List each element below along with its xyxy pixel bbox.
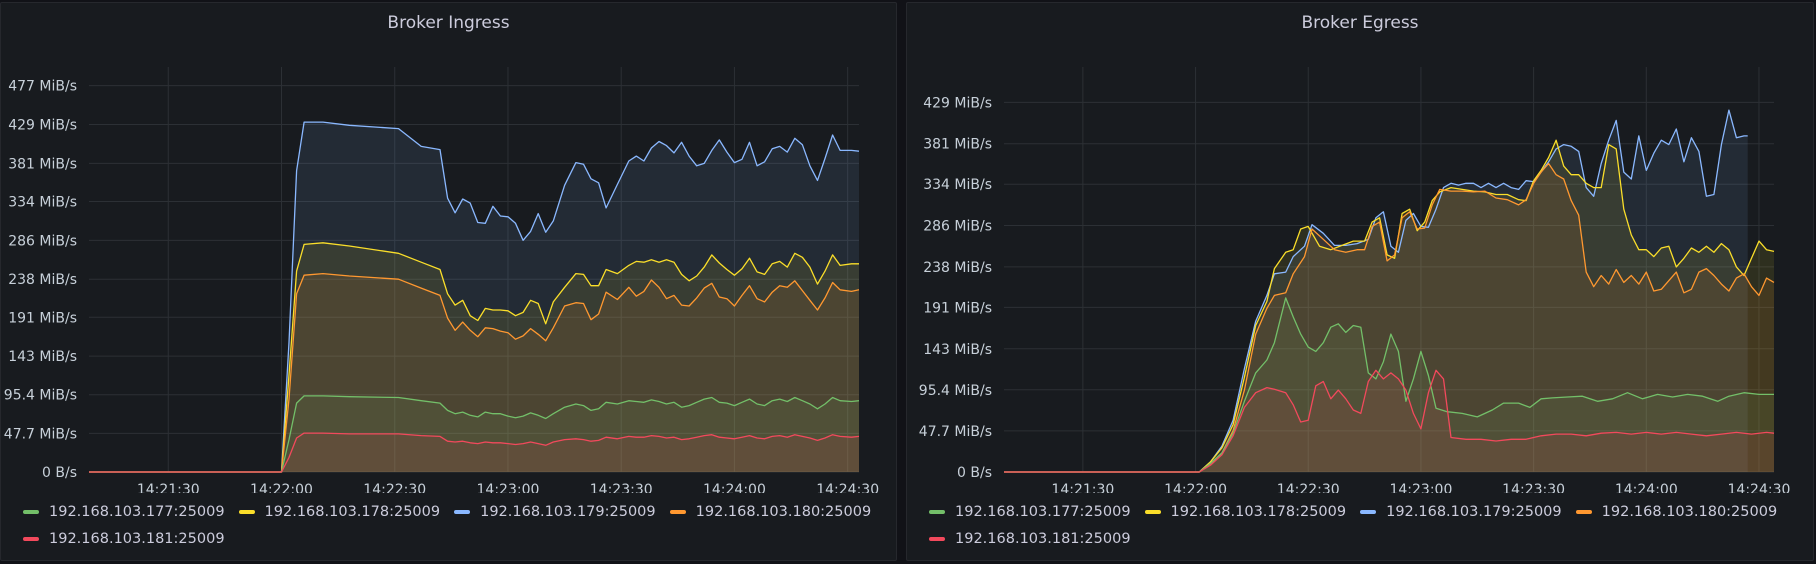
legend-label: 192.168.103.179:25009 xyxy=(480,504,656,520)
x-tick-label: 14:21:30 xyxy=(137,482,200,493)
legend: 192.168.103.177:25009 192.168.103.178:25… xyxy=(23,502,873,549)
y-tick-label: 381 MiB/s xyxy=(8,156,77,172)
legend-item[interactable]: 192.168.103.181:25009 xyxy=(23,529,225,549)
x-tick-label: 14:24:30 xyxy=(1728,482,1791,493)
y-tick-label: 47.7 MiB/s xyxy=(919,424,992,440)
y-tick-label: 238 MiB/s xyxy=(8,272,77,288)
x-tick-label: 14:23:00 xyxy=(477,482,540,493)
legend-swatch xyxy=(929,510,945,514)
x-tick-label: 14:24:30 xyxy=(816,482,879,493)
y-tick-label: 0 B/s xyxy=(42,465,77,481)
legend-swatch xyxy=(454,510,471,514)
legend-swatch xyxy=(1144,510,1161,514)
x-tick-label: 14:23:30 xyxy=(1502,482,1565,493)
y-tick-label: 95.4 MiB/s xyxy=(919,383,992,399)
y-tick-label: 286 MiB/s xyxy=(8,233,77,249)
y-tick-label: 381 MiB/s xyxy=(923,137,992,153)
legend-label: 192.168.103.180:25009 xyxy=(1601,504,1778,520)
legend-item[interactable]: 192.168.103.177:25009 xyxy=(23,502,225,522)
broker-ingress-panel: Broker Ingress 0 B/s 47.7 MiB/s 95.4 MiB/s… xyxy=(0,2,897,561)
y-tick-label: 143 MiB/s xyxy=(923,342,992,358)
x-tick-label: 14:22:30 xyxy=(1277,482,1340,493)
x-tick-label: 14:24:00 xyxy=(1615,482,1678,493)
broker-egress-panel: Broker Egress 0 B/s 47.7 MiB/s 95.4 MiB/s 1… xyxy=(906,2,1814,561)
legend-label: 192.168.103.179:25009 xyxy=(1386,504,1562,520)
legend-item[interactable]: 192.168.103.181:25009 xyxy=(929,529,1131,549)
y-tick-label: 191 MiB/s xyxy=(8,310,77,326)
legend-item[interactable]: 192.168.103.178:25009 xyxy=(1144,502,1347,522)
legend-label: 192.168.103.181:25009 xyxy=(955,531,1131,547)
x-tick-label: 14:22:30 xyxy=(363,482,426,493)
legend-item[interactable]: 192.168.103.178:25009 xyxy=(238,502,441,522)
x-tick-label: 14:23:00 xyxy=(1389,482,1452,493)
y-tick-label: 334 MiB/s xyxy=(923,177,992,193)
series-areas xyxy=(89,122,859,472)
legend-swatch xyxy=(669,510,686,514)
y-tick-label: 191 MiB/s xyxy=(923,300,992,316)
legend-swatch xyxy=(929,537,945,541)
legend-swatch xyxy=(238,510,255,514)
legend-label: 192.168.103.181:25009 xyxy=(49,531,225,547)
legend-label: 192.168.103.178:25009 xyxy=(264,504,441,520)
series-areas xyxy=(1004,110,1774,472)
legend-swatch xyxy=(23,510,39,514)
broker-ingress-chart[interactable]: 0 B/s 47.7 MiB/s 95.4 MiB/s 143 MiB/s 191 Mi… xyxy=(1,3,898,493)
y-tick-label: 143 MiB/s xyxy=(8,349,77,365)
legend-label: 192.168.103.177:25009 xyxy=(49,504,225,520)
y-tick-label: 286 MiB/s xyxy=(923,219,992,235)
x-tick-label: 14:22:00 xyxy=(250,482,313,493)
legend: 192.168.103.177:25009 192.168.103.178:25… xyxy=(929,502,1779,549)
legend-swatch xyxy=(1360,510,1377,514)
x-tick-label: 14:21:30 xyxy=(1051,482,1114,493)
legend-item[interactable]: 192.168.103.179:25009 xyxy=(1360,502,1562,522)
y-tick-label: 47.7 MiB/s xyxy=(4,426,77,442)
x-tick-label: 14:23:30 xyxy=(590,482,653,493)
y-tick-label: 429 MiB/s xyxy=(8,118,77,134)
legend-item[interactable]: 192.168.103.177:25009 xyxy=(929,502,1131,522)
legend-label: 192.168.103.178:25009 xyxy=(1170,504,1347,520)
legend-item[interactable]: 192.168.103.179:25009 xyxy=(454,502,656,522)
legend-item[interactable]: 192.168.103.180:25009 xyxy=(1575,502,1778,522)
y-tick-label: 334 MiB/s xyxy=(8,194,77,210)
x-tick-label: 14:22:00 xyxy=(1164,482,1227,493)
legend-label: 192.168.103.180:25009 xyxy=(695,504,872,520)
legend-swatch xyxy=(23,537,39,541)
legend-item[interactable]: 192.168.103.180:25009 xyxy=(669,502,872,522)
broker-egress-chart[interactable]: 0 B/s 47.7 MiB/s 95.4 MiB/s 143 MiB/s 191 Mi… xyxy=(907,3,1815,493)
y-tick-label: 0 B/s xyxy=(957,465,992,481)
legend-swatch xyxy=(1575,510,1592,514)
x-tick-label: 14:24:00 xyxy=(703,482,766,493)
y-tick-label: 95.4 MiB/s xyxy=(4,388,77,404)
y-tick-label: 429 MiB/s xyxy=(923,95,992,111)
legend-label: 192.168.103.177:25009 xyxy=(955,504,1131,520)
y-tick-label: 238 MiB/s xyxy=(923,260,992,276)
y-tick-label: 477 MiB/s xyxy=(8,79,77,95)
